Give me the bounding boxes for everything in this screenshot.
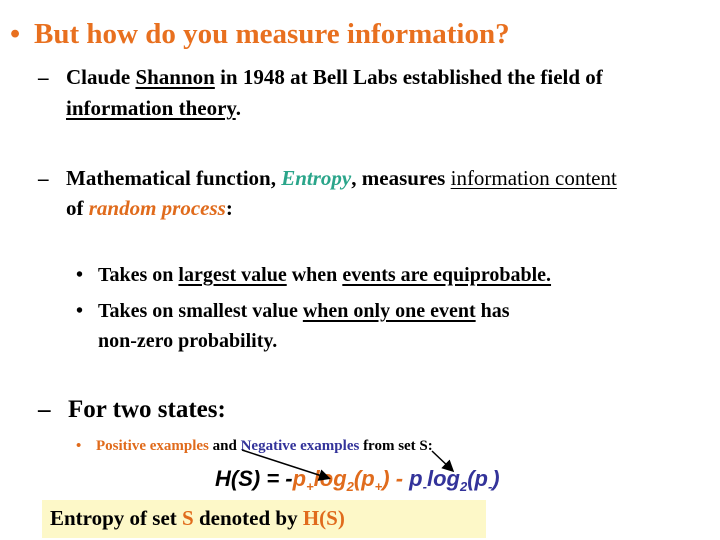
text: Entropy of set — [50, 506, 183, 530]
entropy-note-box: Entropy of set S denoted by H(S) — [42, 500, 486, 538]
arrow-positive — [241, 449, 331, 481]
note-text: Entropy of set S denoted by H(S) — [50, 506, 345, 531]
arrow-negative — [431, 450, 455, 473]
hs-label: H(S) — [302, 506, 345, 530]
set-s-label: S — [182, 506, 194, 530]
annotation-arrows — [241, 449, 455, 481]
text: denoted by — [193, 506, 303, 530]
